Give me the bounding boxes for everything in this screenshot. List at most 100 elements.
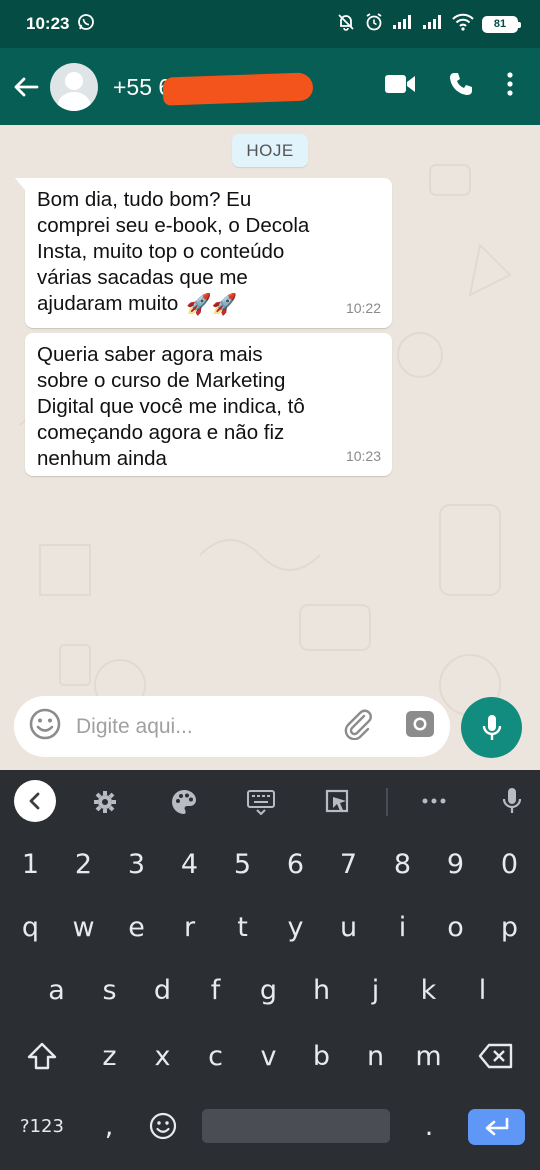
key[interactable]: 3 bbox=[110, 836, 163, 892]
key[interactable]: v bbox=[242, 1028, 295, 1084]
emoji-icon[interactable] bbox=[28, 707, 62, 746]
message-line: comprei seu e-book, o Decola bbox=[37, 214, 310, 237]
key[interactable]: p bbox=[483, 899, 536, 955]
wifi-icon bbox=[452, 13, 474, 36]
message-line: Bom dia, tudo bom? Eu bbox=[37, 188, 252, 211]
back-button[interactable] bbox=[2, 48, 50, 125]
key[interactable]: z bbox=[83, 1028, 136, 1084]
more-tools-icon[interactable] bbox=[422, 798, 446, 804]
key[interactable]: n bbox=[349, 1028, 402, 1084]
comma-key[interactable]: , bbox=[84, 1098, 134, 1154]
keyboard-toolbar bbox=[0, 770, 540, 832]
key[interactable]: 6 bbox=[269, 836, 322, 892]
contact-name[interactable]: +55 6 bbox=[113, 71, 314, 106]
backspace-key[interactable] bbox=[464, 1028, 528, 1084]
shift-key[interactable] bbox=[10, 1028, 74, 1084]
theme-palette-icon[interactable] bbox=[170, 788, 198, 816]
backspace-icon bbox=[478, 1043, 513, 1069]
message-line: várias sacadas que me bbox=[37, 266, 248, 289]
key[interactable]: c bbox=[189, 1028, 242, 1084]
keyboard: 1 2 3 4 5 6 7 8 9 0 q w e r t y u i o p … bbox=[0, 770, 540, 1170]
chevron-left-icon bbox=[29, 792, 40, 810]
period-key[interactable]: . bbox=[404, 1098, 454, 1154]
date-chip: HOJE bbox=[232, 134, 308, 167]
key[interactable]: 8 bbox=[376, 836, 429, 892]
message-input-bar[interactable]: Digite aqui... bbox=[14, 696, 450, 757]
key[interactable]: r bbox=[163, 899, 216, 955]
video-call-icon[interactable] bbox=[384, 73, 416, 100]
mic-icon bbox=[482, 714, 501, 740]
message-line: ajudaram muito bbox=[37, 292, 179, 315]
status-bar: 10:23 81 bbox=[0, 0, 540, 48]
key[interactable]: h bbox=[295, 962, 348, 1018]
camera-icon[interactable] bbox=[404, 709, 436, 744]
message-line: começando agora e não fiz bbox=[37, 421, 285, 444]
key[interactable]: m bbox=[402, 1028, 455, 1084]
key[interactable]: 0 bbox=[483, 836, 536, 892]
chat-header: +55 6 bbox=[0, 48, 540, 125]
key[interactable]: 2 bbox=[57, 836, 110, 892]
key[interactable]: 9 bbox=[429, 836, 482, 892]
keyboard-collapse-button[interactable] bbox=[14, 780, 56, 822]
key[interactable]: a bbox=[30, 962, 83, 1018]
screenshot-icon[interactable] bbox=[324, 788, 350, 814]
key-row-3: z x c v b n m bbox=[0, 1028, 540, 1092]
key[interactable]: x bbox=[136, 1028, 189, 1084]
key[interactable]: f bbox=[189, 962, 242, 1018]
settings-gear-icon[interactable] bbox=[92, 789, 118, 815]
message-line: nenhum ainda bbox=[37, 447, 167, 470]
message-line: Insta, muito top o conteúdo bbox=[37, 240, 285, 263]
message-line: sobre o curso de Marketing bbox=[37, 369, 286, 392]
attach-icon[interactable] bbox=[342, 708, 374, 745]
key[interactable]: i bbox=[376, 899, 429, 955]
toolbar-divider bbox=[386, 788, 388, 816]
shift-icon bbox=[27, 1042, 57, 1070]
key[interactable]: s bbox=[83, 962, 136, 1018]
key[interactable]: b bbox=[295, 1028, 348, 1084]
alarm-icon bbox=[364, 12, 384, 37]
voice-record-button[interactable] bbox=[461, 697, 522, 758]
battery-icon: 81 bbox=[482, 15, 521, 33]
key[interactable]: w bbox=[57, 899, 110, 955]
message-time: 10:23 bbox=[345, 448, 381, 464]
key[interactable]: k bbox=[402, 962, 455, 1018]
key[interactable]: q bbox=[4, 899, 57, 955]
chat-area[interactable]: HOJE Bom dia, tudo bom? Eu comprei seu e… bbox=[0, 125, 540, 770]
rocket-emoji: 🚀🚀 bbox=[186, 292, 238, 316]
enter-key[interactable] bbox=[468, 1109, 525, 1145]
space-bar[interactable] bbox=[202, 1109, 390, 1143]
key[interactable]: 1 bbox=[4, 836, 57, 892]
key[interactable]: u bbox=[322, 899, 375, 955]
avatar[interactable] bbox=[50, 62, 98, 111]
key[interactable]: e bbox=[110, 899, 163, 955]
message-line: Queria saber agora mais bbox=[37, 343, 263, 366]
key[interactable]: o bbox=[429, 899, 482, 955]
key-row-1: q w e r t y u i o p bbox=[0, 899, 540, 963]
key[interactable]: t bbox=[216, 899, 269, 955]
redaction-mark bbox=[162, 71, 314, 106]
key[interactable]: j bbox=[349, 962, 402, 1018]
signal-icon-2 bbox=[422, 14, 444, 35]
key[interactable]: 5 bbox=[216, 836, 269, 892]
key-row-bottom: ?123 , . bbox=[0, 1098, 540, 1162]
emoji-key[interactable] bbox=[138, 1098, 188, 1154]
whatsapp-notification-icon bbox=[77, 13, 95, 36]
voice-typing-icon[interactable] bbox=[502, 787, 522, 815]
message-time: 10:22 bbox=[345, 300, 381, 316]
message-bubble[interactable]: Queria saber agora mais sobre o curso de… bbox=[25, 333, 392, 476]
enter-arrow-icon bbox=[485, 1117, 508, 1136]
key[interactable]: d bbox=[136, 962, 189, 1018]
keyboard-layout-icon[interactable] bbox=[246, 789, 276, 815]
message-bubble[interactable]: Bom dia, tudo bom? Eu comprei seu e-book… bbox=[15, 178, 392, 328]
more-options-icon[interactable] bbox=[506, 71, 514, 102]
status-time: 10:23 bbox=[26, 14, 70, 33]
message-line: Digital que você me indica, tô bbox=[37, 395, 305, 418]
voice-call-icon[interactable] bbox=[448, 71, 474, 102]
message-input[interactable]: Digite aqui... bbox=[76, 715, 342, 739]
key[interactable]: g bbox=[242, 962, 295, 1018]
key[interactable]: l bbox=[456, 962, 509, 1018]
symbols-key[interactable]: ?123 bbox=[8, 1098, 76, 1154]
key[interactable]: 7 bbox=[322, 836, 375, 892]
key[interactable]: y bbox=[269, 899, 322, 955]
key[interactable]: 4 bbox=[163, 836, 216, 892]
